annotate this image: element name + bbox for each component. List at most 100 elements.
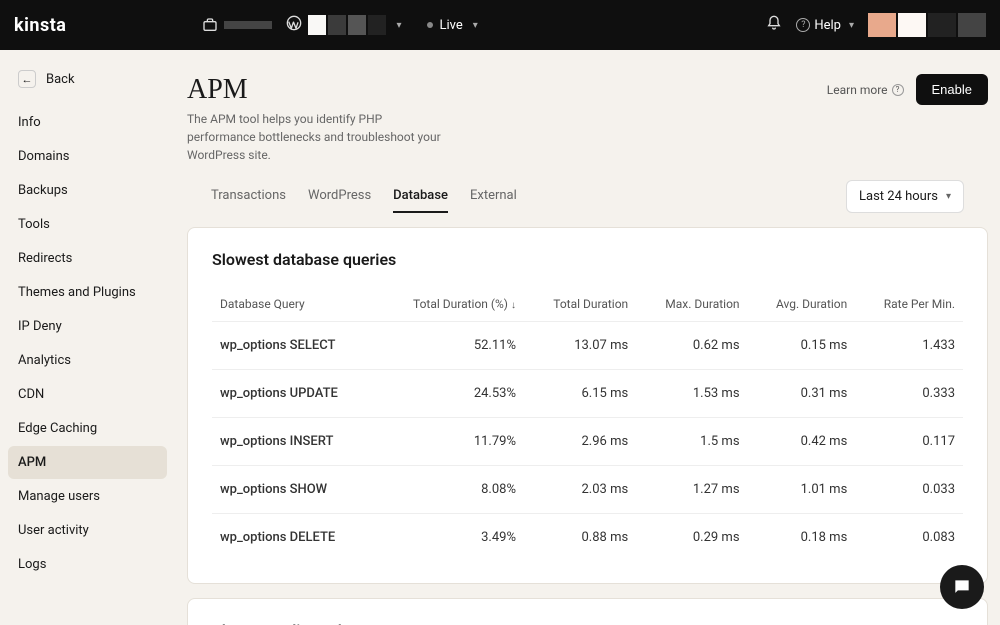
table-cell: 1.01 ms (748, 466, 856, 514)
page-description: The APM tool helps you identify PHP perf… (187, 110, 447, 164)
notifications-button[interactable] (766, 15, 782, 35)
table-cell: 2.03 ms (524, 466, 636, 514)
table-cell: wp_options INSERT (212, 418, 377, 466)
learn-more-label: Learn more (827, 83, 888, 97)
sidebar-item-domains[interactable]: Domains (8, 140, 167, 173)
table-row[interactable]: wp_options UPDATE24.53%6.15 ms1.53 ms0.3… (212, 370, 963, 418)
table-cell: 0.117 (855, 418, 963, 466)
chevron-down-icon: ▾ (473, 20, 478, 31)
sidebar-item-manage-users[interactable]: Manage users (8, 480, 167, 513)
table-cell: 0.333 (855, 370, 963, 418)
back-button[interactable]: ← Back (8, 62, 167, 96)
table-row[interactable]: wp_options DELETE3.49%0.88 ms0.29 ms0.18… (212, 514, 963, 562)
table-cell: wp_options SELECT (212, 322, 377, 370)
column-header[interactable]: Rate Per Min. (855, 287, 963, 322)
table-cell: 0.42 ms (748, 418, 856, 466)
topbar: kinsta ▾ Live ▾ ? Help ▾ (0, 0, 1000, 50)
back-label: Back (46, 72, 75, 87)
column-header[interactable]: Total Duration (%)↓ (377, 287, 524, 322)
table-cell: 0.62 ms (636, 322, 747, 370)
wordpress-icon (286, 15, 302, 35)
logo[interactable]: kinsta (14, 15, 66, 36)
sidebar-item-apm[interactable]: APM (8, 446, 167, 479)
table-cell: 1.5 ms (636, 418, 747, 466)
site-name-redacted (308, 15, 386, 35)
status-dot-icon (427, 22, 433, 28)
help-icon: ? (892, 84, 904, 96)
table-row[interactable]: wp_options SELECT52.11%13.07 ms0.62 ms0.… (212, 322, 963, 370)
table-cell: 0.31 ms (748, 370, 856, 418)
sidebar-item-backups[interactable]: Backups (8, 174, 167, 207)
help-icon: ? (796, 18, 810, 32)
table-cell: 13.07 ms (524, 322, 636, 370)
tab-database[interactable]: Database (393, 180, 448, 213)
table-cell: 8.08% (377, 466, 524, 514)
column-header[interactable]: Total Duration (524, 287, 636, 322)
table-cell: 6.15 ms (524, 370, 636, 418)
column-header[interactable]: Avg. Duration (748, 287, 856, 322)
table-cell: 0.15 ms (748, 322, 856, 370)
sort-arrow-icon: ↓ (511, 300, 516, 311)
tab-row: Transactions WordPress Database External La… (187, 176, 988, 213)
sidebar: ← Back InfoDomainsBackupsToolsRedirectsT… (0, 50, 175, 625)
table-cell: 52.11% (377, 322, 524, 370)
arrow-left-icon: ← (18, 70, 36, 88)
table-cell: 0.033 (855, 466, 963, 514)
company-switcher[interactable] (202, 17, 272, 33)
sidebar-item-edge-caching[interactable]: Edge Caching (8, 412, 167, 445)
sidebar-item-ip-deny[interactable]: IP Deny (8, 310, 167, 343)
table-cell: 1.433 (855, 322, 963, 370)
learn-more-link[interactable]: Learn more ? (827, 83, 904, 97)
sidebar-item-analytics[interactable]: Analytics (8, 344, 167, 377)
table-cell: wp_options SHOW (212, 466, 377, 514)
tab-external[interactable]: External (470, 180, 517, 213)
column-header[interactable]: Database Query (212, 287, 377, 322)
sidebar-item-info[interactable]: Info (8, 106, 167, 139)
column-header[interactable]: Max. Duration (636, 287, 747, 322)
table-cell: 0.18 ms (748, 514, 856, 562)
tab-wordpress[interactable]: WordPress (308, 180, 371, 213)
table-row[interactable]: wp_options SHOW8.08%2.03 ms1.27 ms1.01 m… (212, 466, 963, 514)
sidebar-item-themes-and-plugins[interactable]: Themes and Plugins (8, 276, 167, 309)
time-range-select[interactable]: Last 24 hours ▾ (846, 180, 964, 213)
chat-button[interactable] (940, 565, 984, 609)
table-cell: 2.96 ms (524, 418, 636, 466)
table-row[interactable]: wp_options INSERT11.79%2.96 ms1.5 ms0.42… (212, 418, 963, 466)
sidebar-item-user-activity[interactable]: User activity (8, 514, 167, 547)
site-switcher[interactable]: ▾ (286, 15, 401, 35)
card-title: Slowest database queries (212, 250, 963, 269)
table-cell: 0.083 (855, 514, 963, 562)
sidebar-item-redirects[interactable]: Redirects (8, 242, 167, 275)
main-content: APM The APM tool helps you identify PHP … (175, 50, 1000, 625)
sidebar-item-tools[interactable]: Tools (8, 208, 167, 241)
chevron-down-icon: ▾ (849, 20, 854, 31)
sidebar-item-cdn[interactable]: CDN (8, 378, 167, 411)
time-range-label: Last 24 hours (859, 189, 938, 204)
environment-label: Live (439, 18, 462, 33)
card-title: Slowest redis cache (212, 621, 963, 625)
chevron-down-icon: ▾ (396, 20, 401, 31)
environment-switcher[interactable]: Live ▾ (427, 18, 477, 33)
sidebar-item-logs[interactable]: Logs (8, 548, 167, 581)
topbar-left: ▾ Live ▾ (202, 15, 477, 35)
table-cell: wp_options DELETE (212, 514, 377, 562)
company-name-redacted (224, 21, 272, 29)
briefcase-icon (202, 17, 218, 33)
table-cell: 3.49% (377, 514, 524, 562)
slowest-queries-card: Slowest database queries Database QueryT… (187, 227, 988, 584)
enable-button[interactable]: Enable (916, 74, 988, 105)
page-title: APM (187, 74, 447, 106)
table-cell: 11.79% (377, 418, 524, 466)
account-menu[interactable] (868, 13, 986, 37)
help-menu[interactable]: ? Help ▾ (796, 18, 854, 33)
tab-transactions[interactable]: Transactions (211, 180, 286, 213)
queries-table: Database QueryTotal Duration (%)↓Total D… (212, 287, 963, 561)
slowest-redis-card: Slowest redis cache (187, 598, 988, 625)
help-label: Help (814, 18, 841, 33)
table-cell: 1.53 ms (636, 370, 747, 418)
table-cell: 0.29 ms (636, 514, 747, 562)
table-cell: 0.88 ms (524, 514, 636, 562)
topbar-right: ? Help ▾ (766, 13, 986, 37)
table-cell: wp_options UPDATE (212, 370, 377, 418)
page-header: APM The APM tool helps you identify PHP … (187, 74, 988, 164)
